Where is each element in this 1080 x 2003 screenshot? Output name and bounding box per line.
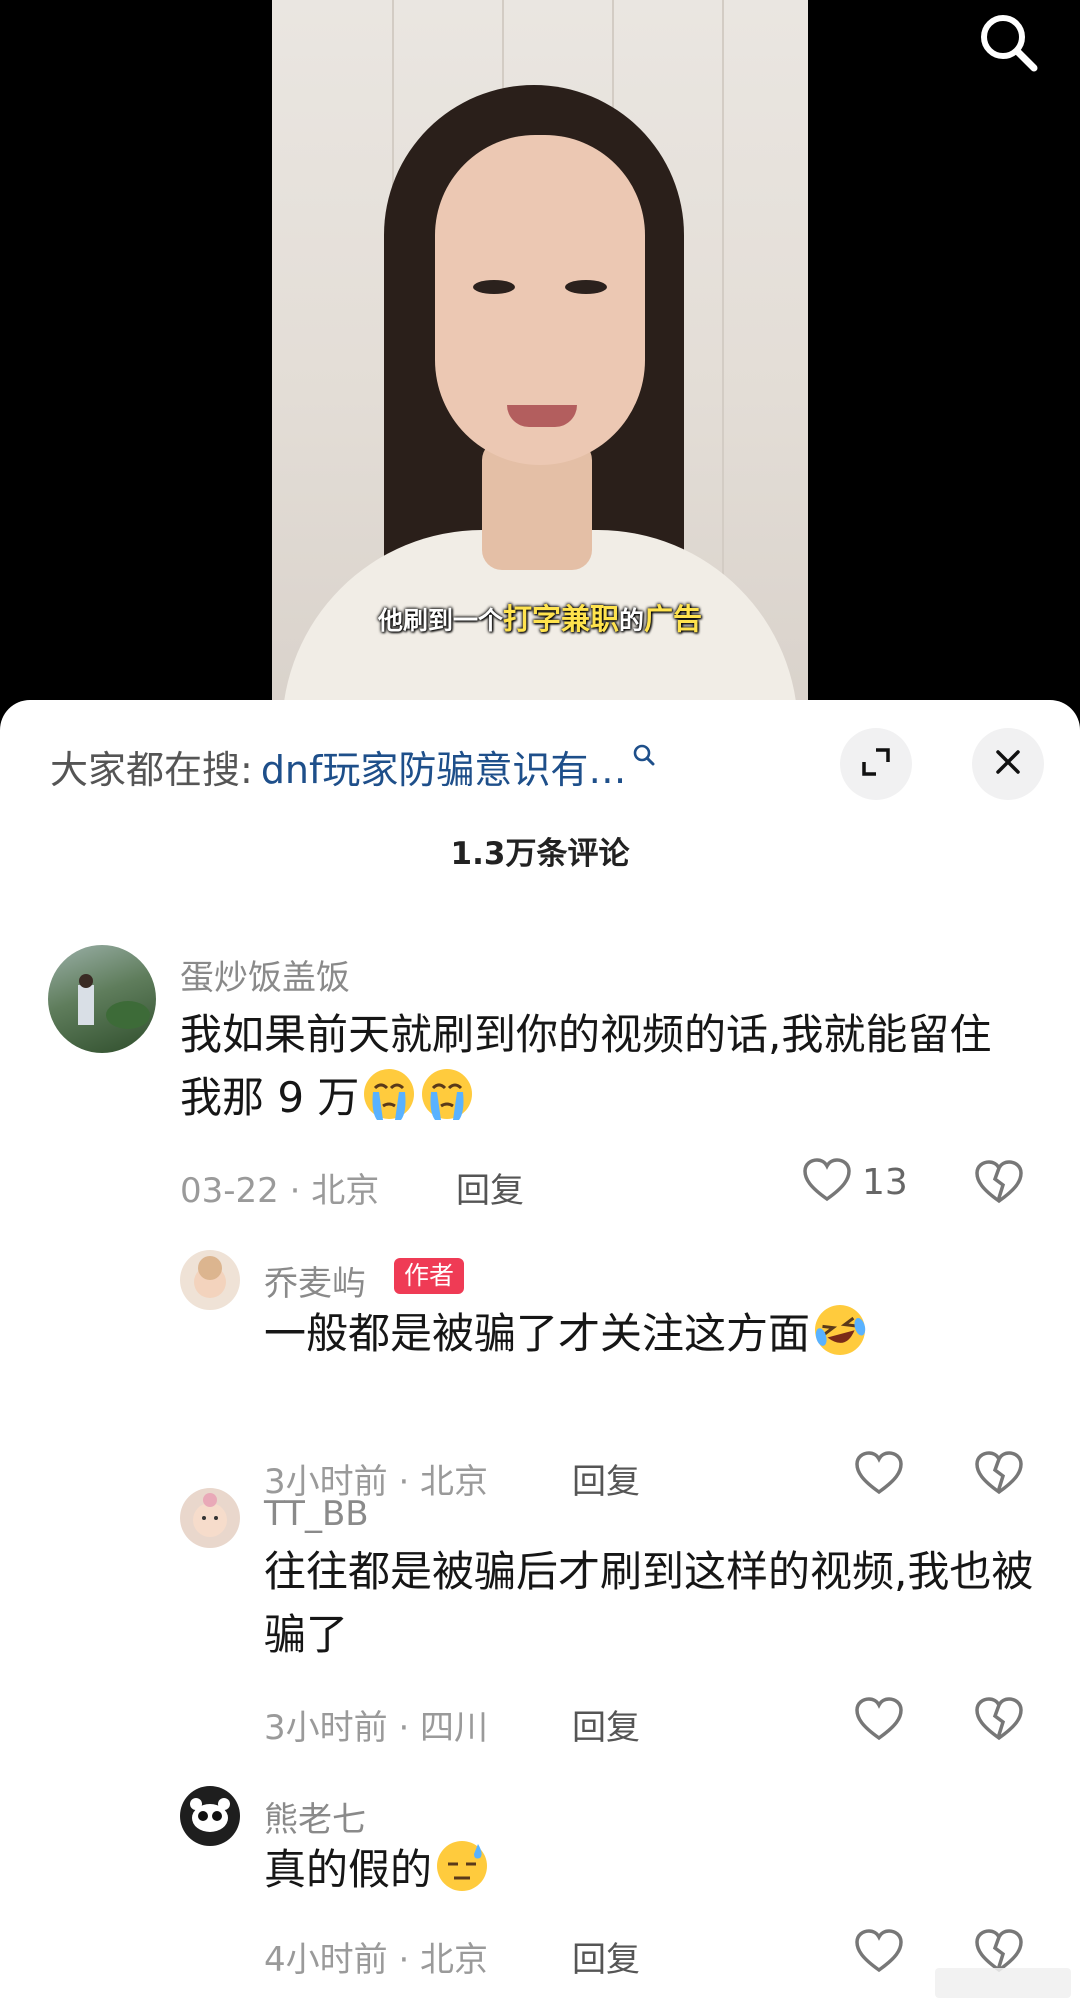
laughing-tears-emoji: [812, 1302, 868, 1358]
reply-button[interactable]: 回复: [572, 1454, 640, 1503]
like-button[interactable]: 13: [802, 1157, 908, 1207]
like-count: 13: [862, 1161, 908, 1203]
search-term-link[interactable]: dnf玩家防骗意识有…: [261, 739, 627, 794]
comment-meta: 4小时前 · 北京: [264, 1940, 489, 1980]
expand-icon: [858, 744, 894, 784]
heart-icon: [802, 1157, 852, 1207]
search-icon[interactable]: [972, 6, 1044, 78]
comment-text: 往往都是被骗后才刷到这样的视频,我也被骗了: [264, 1547, 1034, 1659]
broken-heart-icon: [974, 1697, 1024, 1746]
dislike-button[interactable]: [974, 1159, 1024, 1209]
avatar[interactable]: [180, 1250, 240, 1310]
video-player[interactable]: 他刷到一个打字兼职的广告: [0, 0, 1080, 720]
username[interactable]: 乔麦屿: [264, 1256, 366, 1305]
trending-search[interactable]: 大家都在搜: dnf玩家防骗意识有…: [50, 738, 656, 794]
comment-text: 一般都是被骗了才关注这方面: [264, 1302, 1044, 1365]
comment-text: 真的假的: [264, 1838, 1044, 1901]
author-badge: 作者: [394, 1258, 465, 1294]
comment-panel: 大家都在搜: dnf玩家防骗意识有… 1.3万条评论 蛋炒饭盖饭 我如果前天就刷…: [0, 700, 1080, 2003]
heart-icon: [854, 1928, 904, 1978]
comment-text: 我如果前天就刷到你的视频的话,我就能留住我那 9 万: [180, 1010, 992, 1122]
username[interactable]: 蛋炒饭盖饭: [180, 950, 350, 999]
crying-face-emoji: [361, 1066, 417, 1122]
crying-face-emoji: [419, 1066, 475, 1122]
comment-count: 1.3万条评论: [450, 836, 630, 872]
sweat-face-emoji: [434, 1838, 490, 1894]
dislike-button[interactable]: [974, 1696, 1024, 1746]
search-prefix: 大家都在搜:: [50, 747, 253, 792]
reply-button[interactable]: 回复: [572, 1700, 640, 1749]
avatar[interactable]: [48, 945, 156, 1053]
username[interactable]: TT_BB: [264, 1494, 369, 1534]
search-icon: [632, 743, 656, 771]
comment-meta: 03-22 · 北京: [180, 1171, 380, 1211]
avatar[interactable]: [180, 1488, 240, 1548]
close-icon: [993, 747, 1023, 781]
reply-button[interactable]: 回复: [456, 1163, 524, 1212]
avatar[interactable]: [180, 1786, 240, 1846]
heart-icon: [854, 1450, 904, 1500]
like-button[interactable]: [854, 1696, 904, 1746]
video-subtitle: 他刷到一个打字兼职的广告: [377, 602, 703, 636]
watermark: [935, 1968, 1071, 1998]
comment-meta: 3小时前 · 四川: [264, 1708, 489, 1748]
broken-heart-icon: [974, 1160, 1024, 1209]
username[interactable]: 熊老七: [264, 1792, 366, 1841]
person-face: [435, 135, 645, 465]
heart-icon: [854, 1696, 904, 1746]
expand-button[interactable]: [840, 728, 912, 800]
broken-heart-icon: [974, 1451, 1024, 1500]
like-button[interactable]: [854, 1450, 904, 1500]
reply-button[interactable]: 回复: [572, 1932, 640, 1981]
close-button[interactable]: [972, 728, 1044, 800]
video-frame[interactable]: 他刷到一个打字兼职的广告: [272, 0, 808, 720]
dislike-button[interactable]: [974, 1450, 1024, 1500]
like-button[interactable]: [854, 1928, 904, 1978]
